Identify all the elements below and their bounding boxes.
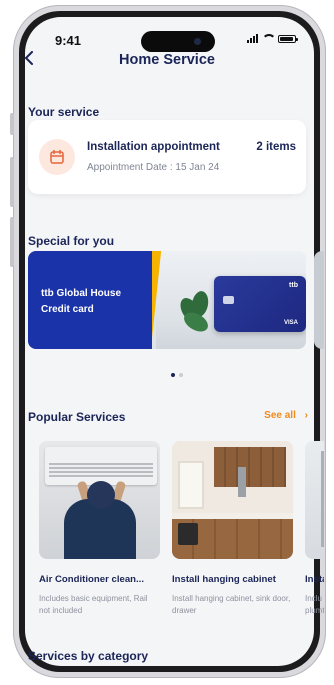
card-chip xyxy=(223,296,234,304)
ac-cleaning-image xyxy=(39,441,160,559)
service-name: Install hanging cabinet xyxy=(172,574,276,585)
card-network: VISA xyxy=(283,320,298,326)
cabinet-image xyxy=(172,441,293,559)
calendar-icon xyxy=(50,149,64,164)
banner-text: ttb Global House Credit card xyxy=(41,288,121,315)
status-icons xyxy=(247,34,298,43)
appointment-title: Installation appointment xyxy=(87,141,220,153)
service-card-ac[interactable]: Air Conditioner clean... Includes basic … xyxy=(39,441,160,617)
service-desc: Inclu plumt xyxy=(305,594,324,615)
popular-heading: Popular Services xyxy=(28,410,126,424)
promo-banner[interactable]: ttb VISA ttb Global House Credit card xyxy=(28,251,306,349)
page-title: Home Service xyxy=(119,52,215,68)
special-heading: Special for you xyxy=(28,234,115,248)
service-desc: Includes basic equipment, Rail not inclu… xyxy=(39,594,148,615)
plant-image xyxy=(176,289,212,339)
wifi-icon xyxy=(262,34,276,43)
service-card-plumbing[interactable]: Insta Inclu plumt xyxy=(305,441,324,617)
service-name: Insta xyxy=(305,574,324,585)
banner-pagination xyxy=(171,373,183,377)
category-heading: Services by category xyxy=(28,649,149,663)
status-time: 9:41 xyxy=(55,33,82,48)
your-service-heading: Your service xyxy=(28,105,100,119)
battery-icon xyxy=(278,35,298,43)
next-banner-peek[interactable] xyxy=(314,251,324,349)
service-card-cabinet[interactable]: Install hanging cabinet Install hanging … xyxy=(172,441,293,617)
pagination-dot-active[interactable] xyxy=(171,373,175,377)
card-brand: ttb xyxy=(289,282,298,289)
service-name: Air Conditioner clean... xyxy=(39,574,145,585)
pagination-dot[interactable] xyxy=(179,373,183,377)
camera-icon xyxy=(194,38,201,45)
plumbing-image xyxy=(305,441,324,559)
signal-icon xyxy=(247,34,258,43)
appointment-icon-circle xyxy=(39,139,75,175)
appointment-count: 2 items xyxy=(256,141,296,153)
credit-card-image: ttb VISA xyxy=(214,276,306,332)
service-desc: Install hanging cabinet, sink door, draw… xyxy=(172,594,291,615)
chevron-right-icon: › xyxy=(304,410,308,421)
appointment-card[interactable]: Installation appointment 2 items Appoint… xyxy=(28,120,306,194)
top-bar: Home Service xyxy=(0,48,334,74)
appointment-date: Appointment Date : 15 Jan 24 xyxy=(87,162,220,173)
banner-photo: ttb VISA xyxy=(156,251,306,349)
see-all-label: See all xyxy=(264,410,296,421)
see-all-link[interactable]: See all › xyxy=(264,410,308,421)
